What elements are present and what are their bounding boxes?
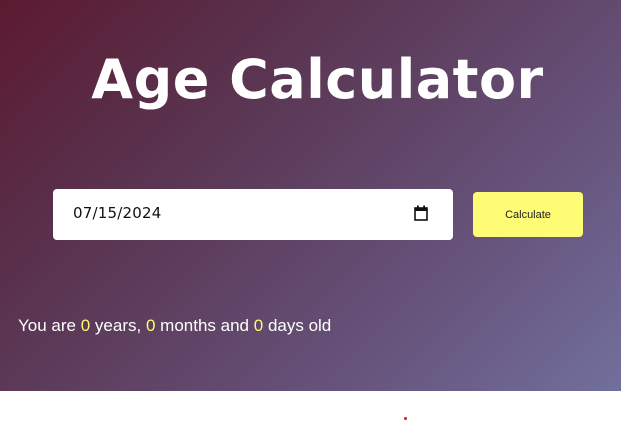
birthdate-input[interactable]: 07/15/2024 (53, 189, 453, 240)
months-value: 0 (145, 316, 156, 335)
result-prefix: You are (18, 316, 76, 335)
birthdate-value: 07/15/2024 (73, 204, 162, 222)
days-value: 0 (253, 316, 264, 335)
years-label: years, (94, 316, 142, 335)
age-result: You are 0 years, 0 months and 0 days old (18, 316, 331, 336)
years-value: 0 (80, 316, 91, 335)
days-label: days old (267, 316, 332, 335)
months-label: months and (160, 316, 249, 335)
calculate-button[interactable]: Calculate (473, 192, 583, 237)
hero-section: Age Calculator 07/15/2024 Calculate You … (0, 0, 621, 391)
calendar-icon[interactable] (414, 205, 428, 221)
page-title: Age Calculator (91, 48, 544, 111)
decorative-dot (404, 417, 407, 420)
